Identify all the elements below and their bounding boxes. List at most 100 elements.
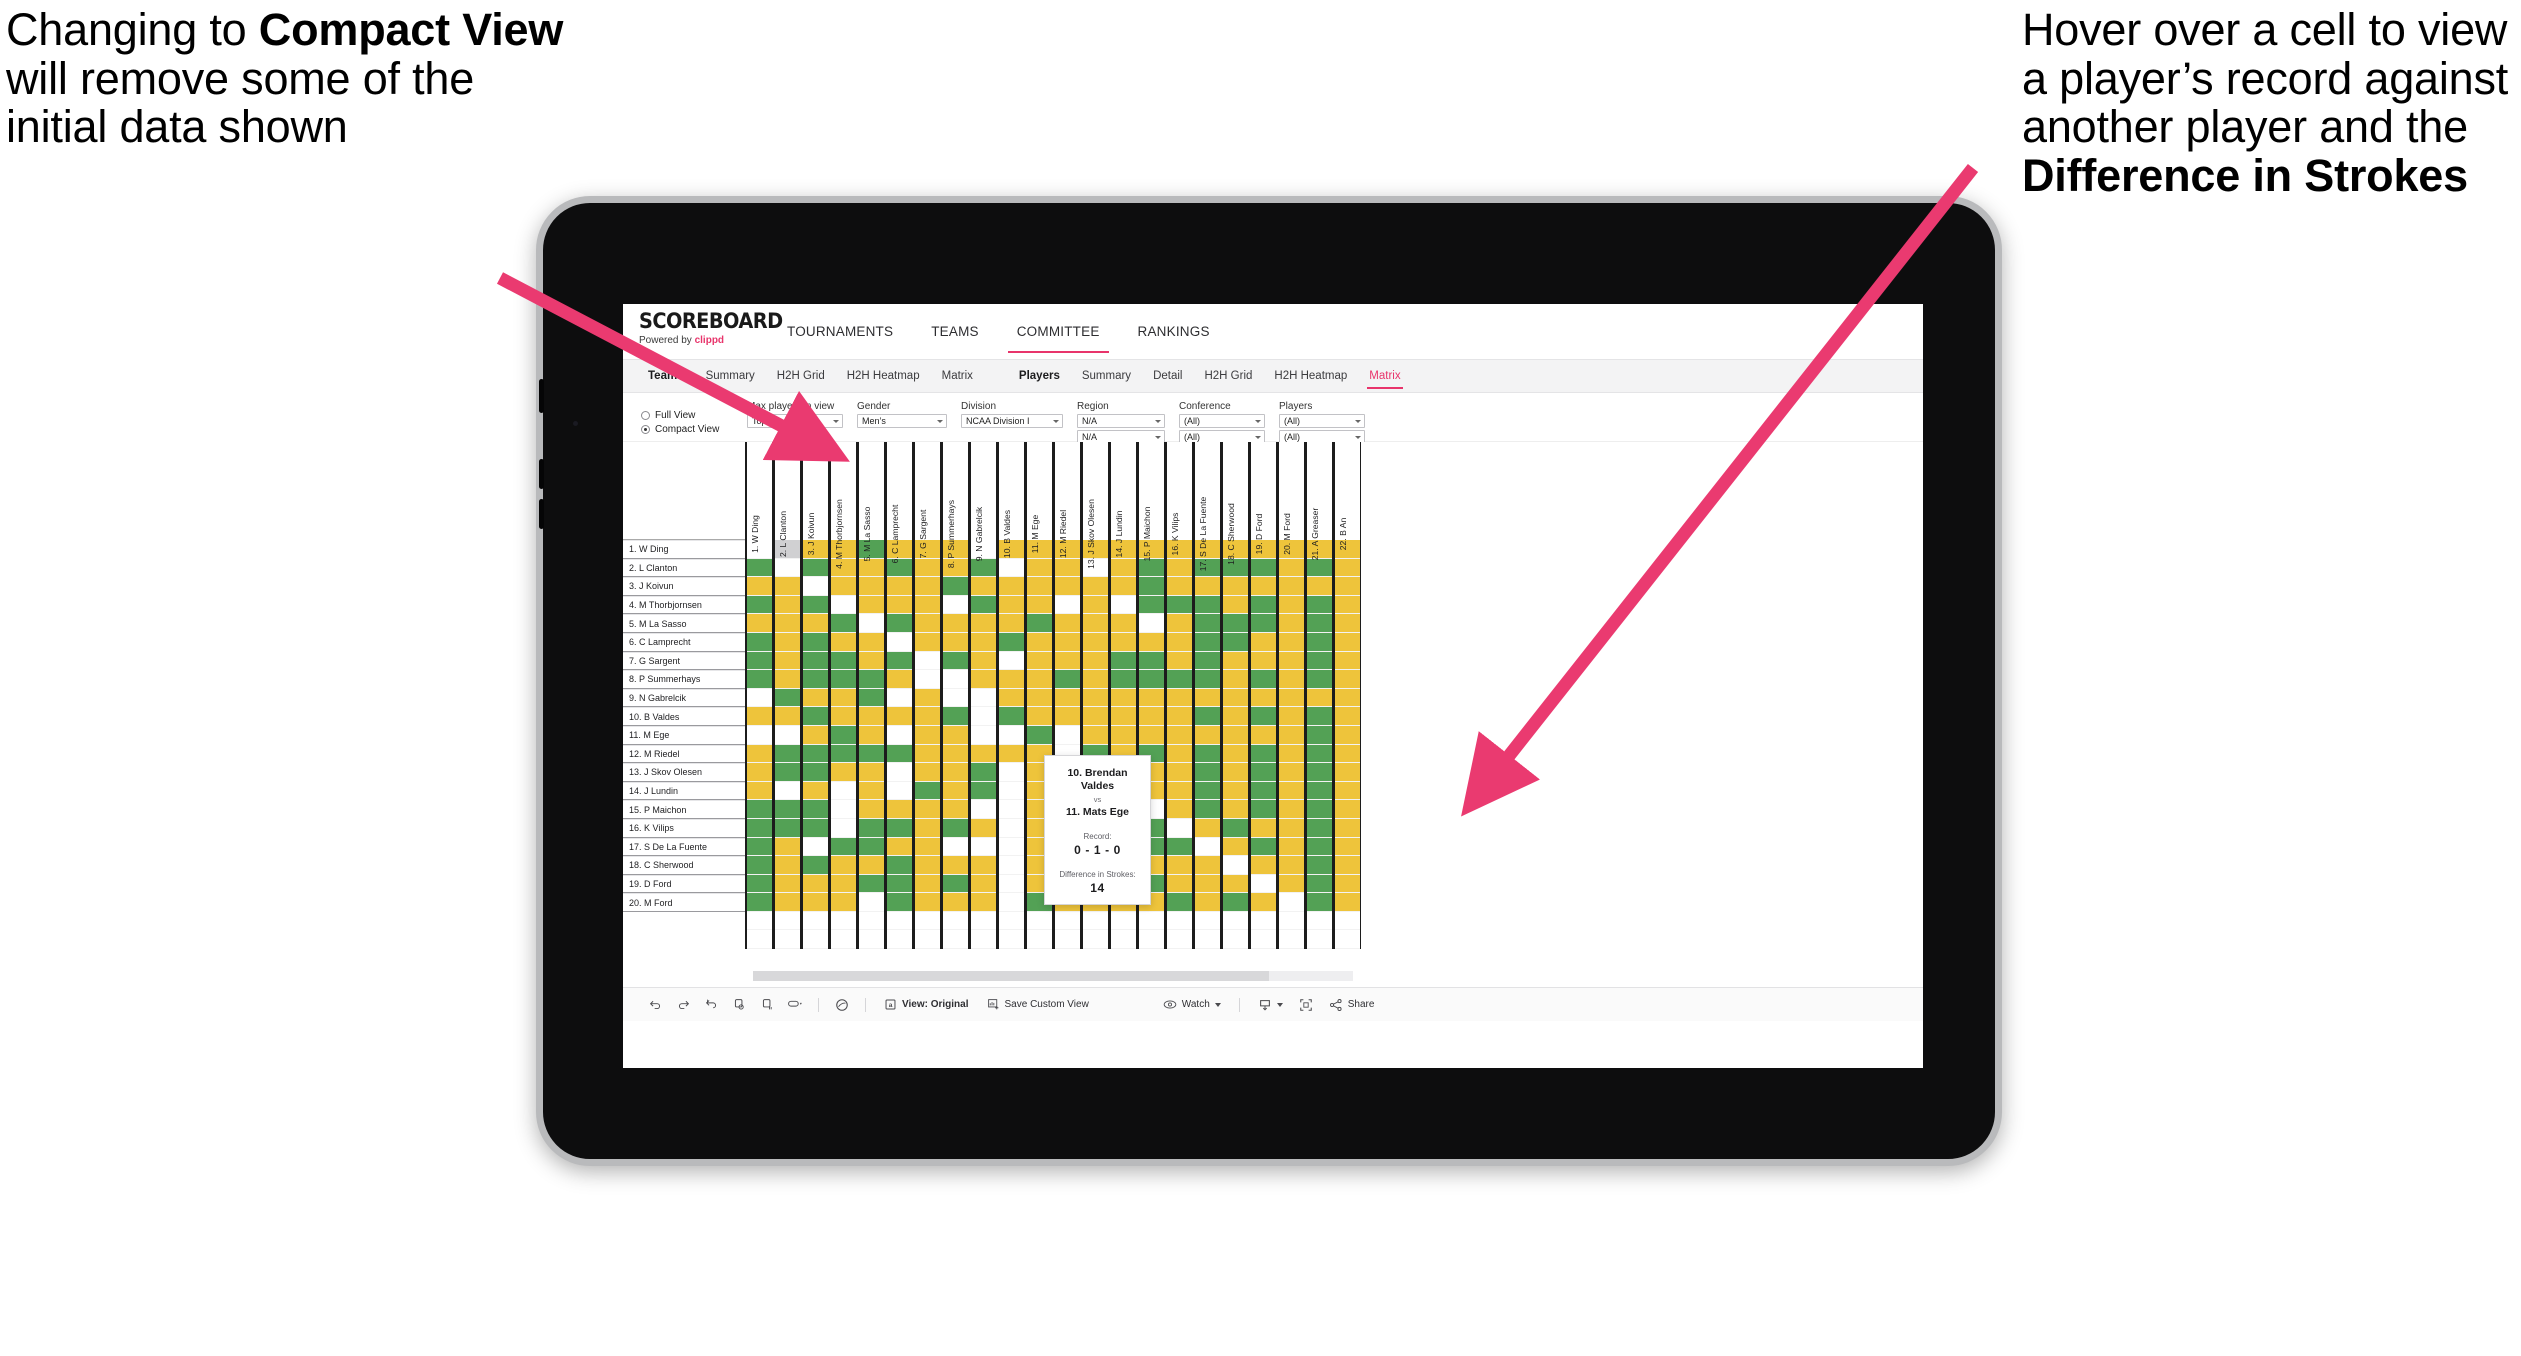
- matrix-cell[interactable]: [1195, 707, 1220, 726]
- matrix-cell[interactable]: [831, 874, 856, 894]
- matrix-cell[interactable]: [1279, 818, 1304, 838]
- matrix-cell[interactable]: [887, 651, 912, 671]
- matrix-cell[interactable]: [999, 688, 1024, 708]
- subnav-summary-1[interactable]: Summary: [1071, 360, 1142, 393]
- fullscreen-icon[interactable]: [1292, 988, 1320, 1022]
- matrix-cell[interactable]: [1307, 744, 1332, 764]
- matrix-cell[interactable]: [971, 856, 996, 875]
- pause-icon[interactable]: [753, 988, 781, 1022]
- matrix-cell[interactable]: [1195, 577, 1220, 596]
- matrix-cell[interactable]: [943, 856, 968, 875]
- matrix-cell[interactable]: [915, 577, 940, 596]
- matrix-cell[interactable]: [1027, 632, 1052, 652]
- matrix-cell[interactable]: [999, 632, 1024, 652]
- matrix-cell[interactable]: [1139, 651, 1164, 671]
- matrix-cell[interactable]: [999, 595, 1024, 615]
- matrix-col-header-18[interactable]: 18. C Sherwood: [1221, 442, 1249, 565]
- subnav-h2h-grid-2[interactable]: H2H Grid: [766, 360, 836, 393]
- matrix-cell[interactable]: [1223, 874, 1248, 894]
- download-button[interactable]: [1249, 988, 1292, 1022]
- matrix-cell[interactable]: [859, 818, 884, 838]
- matrix-cell[interactable]: [1251, 763, 1276, 782]
- matrix-col-header-3[interactable]: 3. J Koivun: [801, 442, 829, 555]
- matrix-cell[interactable]: [1111, 670, 1136, 689]
- matrix-cell[interactable]: [915, 818, 940, 838]
- matrix-cell[interactable]: [859, 688, 884, 708]
- matrix-cell[interactable]: [999, 874, 1024, 894]
- matrix-cell[interactable]: [1307, 893, 1332, 912]
- filter-select-2[interactable]: NCAA Division I: [961, 414, 1063, 428]
- matrix-cell[interactable]: [1083, 632, 1108, 652]
- matrix-cell[interactable]: [1251, 744, 1276, 764]
- matrix-cell[interactable]: [803, 856, 828, 875]
- matrix-row-header-3[interactable]: 3. J Koivun: [623, 577, 745, 596]
- matrix-cell[interactable]: [775, 874, 800, 894]
- matrix-cell[interactable]: [1167, 614, 1192, 633]
- matrix-row-header-13[interactable]: 13. J Skov Olesen: [623, 763, 745, 782]
- matrix-cell[interactable]: [1307, 670, 1332, 689]
- matrix-cell[interactable]: [747, 763, 772, 782]
- matrix-cell[interactable]: [1111, 688, 1136, 708]
- matrix-cell[interactable]: [999, 781, 1024, 801]
- matrix-cell[interactable]: [1279, 837, 1304, 857]
- nav-item-rankings[interactable]: RANKINGS: [1119, 304, 1229, 359]
- matrix-row-header-20[interactable]: 20. M Ford: [623, 893, 745, 912]
- matrix-col-header-20[interactable]: 20. M Ford: [1277, 442, 1305, 555]
- matrix-cell[interactable]: [1195, 818, 1220, 838]
- matrix-cell[interactable]: [1139, 670, 1164, 689]
- matrix-cell[interactable]: [747, 893, 772, 912]
- matrix-cell[interactable]: [1111, 707, 1136, 726]
- matrix-cell[interactable]: [803, 577, 828, 596]
- matrix-cell[interactable]: [999, 837, 1024, 857]
- radio-full-view[interactable]: Full View: [641, 410, 733, 421]
- matrix-cell[interactable]: [971, 595, 996, 615]
- matrix-cell[interactable]: [1251, 651, 1276, 671]
- matrix-cell[interactable]: [1251, 818, 1276, 838]
- matrix-row-header-7[interactable]: 7. G Sargent: [623, 651, 745, 671]
- matrix-col-header-11[interactable]: 11. M Ege: [1025, 442, 1053, 553]
- matrix-cell[interactable]: [831, 577, 856, 596]
- matrix-cell[interactable]: [1335, 874, 1360, 894]
- matrix-cell[interactable]: [971, 893, 996, 912]
- matrix-cell[interactable]: [1223, 893, 1248, 912]
- matrix-cell[interactable]: [775, 725, 800, 745]
- matrix-cell[interactable]: [1223, 707, 1248, 726]
- matrix-col-header-21[interactable]: 21. A Greaser: [1305, 442, 1333, 560]
- matrix-cell[interactable]: [747, 818, 772, 838]
- matrix-cell[interactable]: [831, 688, 856, 708]
- matrix-row-header-8[interactable]: 8. P Summerhays: [623, 670, 745, 689]
- app-logo[interactable]: SCOREBOARD Powered by clippd: [623, 304, 783, 359]
- matrix-cell[interactable]: [1223, 651, 1248, 671]
- matrix-cell[interactable]: [1083, 725, 1108, 745]
- matrix-cell[interactable]: [915, 632, 940, 652]
- matrix-cell[interactable]: [887, 856, 912, 875]
- matrix-cell[interactable]: [831, 725, 856, 745]
- matrix-cell[interactable]: [1083, 595, 1108, 615]
- matrix-cell[interactable]: [1307, 707, 1332, 726]
- matrix-cell[interactable]: [747, 800, 772, 819]
- matrix-cell[interactable]: [1083, 651, 1108, 671]
- matrix-cell[interactable]: [747, 614, 772, 633]
- matrix-cell[interactable]: [1279, 725, 1304, 745]
- matrix-cell[interactable]: [1195, 837, 1220, 857]
- matrix-cell[interactable]: [1167, 632, 1192, 652]
- matrix-cell[interactable]: [887, 577, 912, 596]
- matrix-row-header-12[interactable]: 12. M Riedel: [623, 744, 745, 764]
- matrix-cell[interactable]: [887, 763, 912, 782]
- matrix-cell[interactable]: [775, 670, 800, 689]
- help-icon[interactable]: [828, 988, 856, 1022]
- matrix-cell[interactable]: [1055, 725, 1080, 745]
- matrix-cell[interactable]: [1251, 614, 1276, 633]
- matrix-cell[interactable]: [1279, 744, 1304, 764]
- subnav-h2h-heatmap-4[interactable]: H2H Heatmap: [1263, 360, 1358, 393]
- matrix-row-header-14[interactable]: 14. J Lundin: [623, 781, 745, 801]
- share-button[interactable]: Share: [1320, 988, 1384, 1022]
- matrix-cell[interactable]: [1251, 707, 1276, 726]
- matrix-cell[interactable]: [1027, 651, 1052, 671]
- matrix-cell[interactable]: [1111, 651, 1136, 671]
- matrix-cell[interactable]: [1251, 595, 1276, 615]
- matrix-cell[interactable]: [1223, 632, 1248, 652]
- matrix-cell[interactable]: [1223, 856, 1248, 875]
- matrix-cell[interactable]: [1195, 688, 1220, 708]
- matrix-cell[interactable]: [1279, 670, 1304, 689]
